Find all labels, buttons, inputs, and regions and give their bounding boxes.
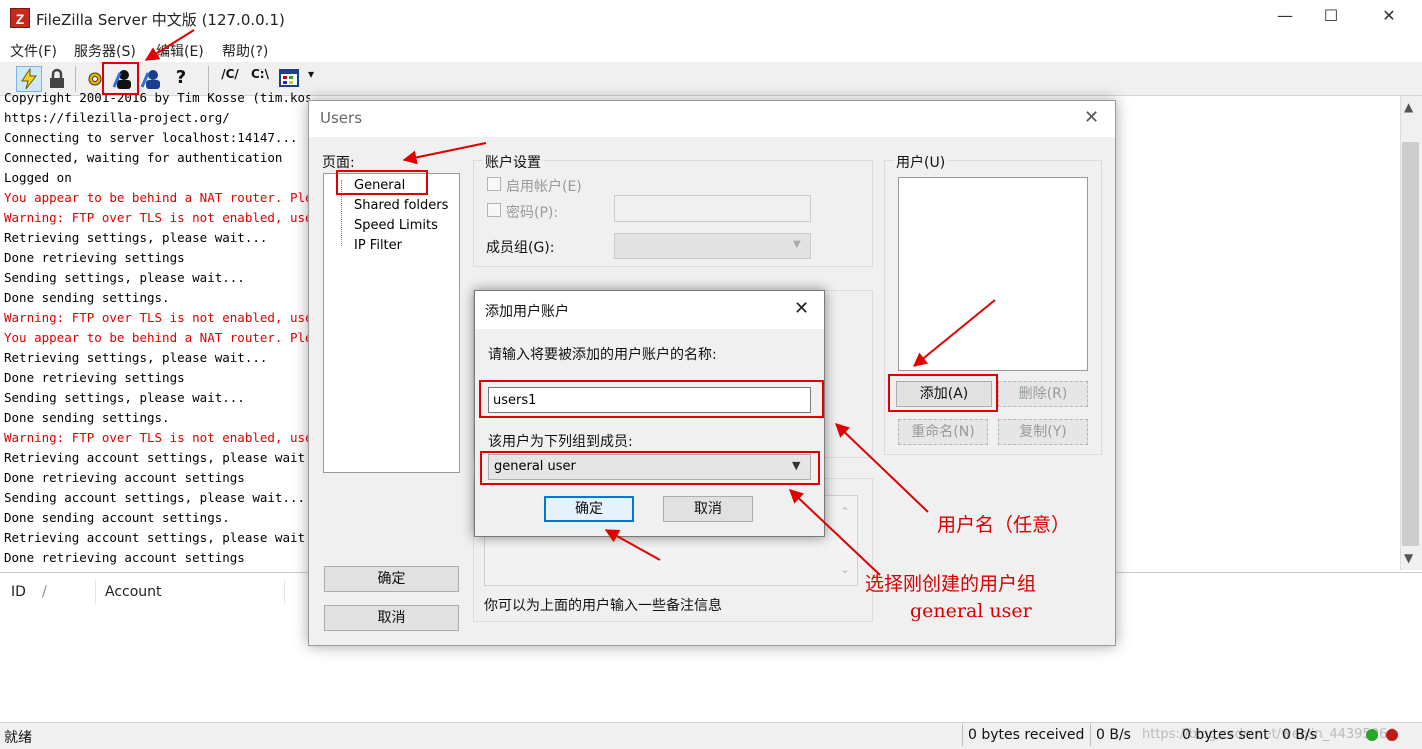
arrow-to-group: [788, 489, 881, 576]
annotation-arrows: [144, 29, 996, 576]
annotation-username: 用户名（任意）: [937, 514, 1071, 536]
arrow-to-username: [834, 423, 929, 513]
annotation-group-line2: general user: [910, 600, 1032, 622]
annotation-group-line1: 选择刚创建的用户组: [865, 573, 1037, 595]
arrow-to-users-button: [144, 29, 195, 61]
arrow-to-ok: [604, 529, 661, 561]
arrow-to-page-label: [402, 142, 487, 165]
arrow-to-add-button: [912, 299, 996, 367]
